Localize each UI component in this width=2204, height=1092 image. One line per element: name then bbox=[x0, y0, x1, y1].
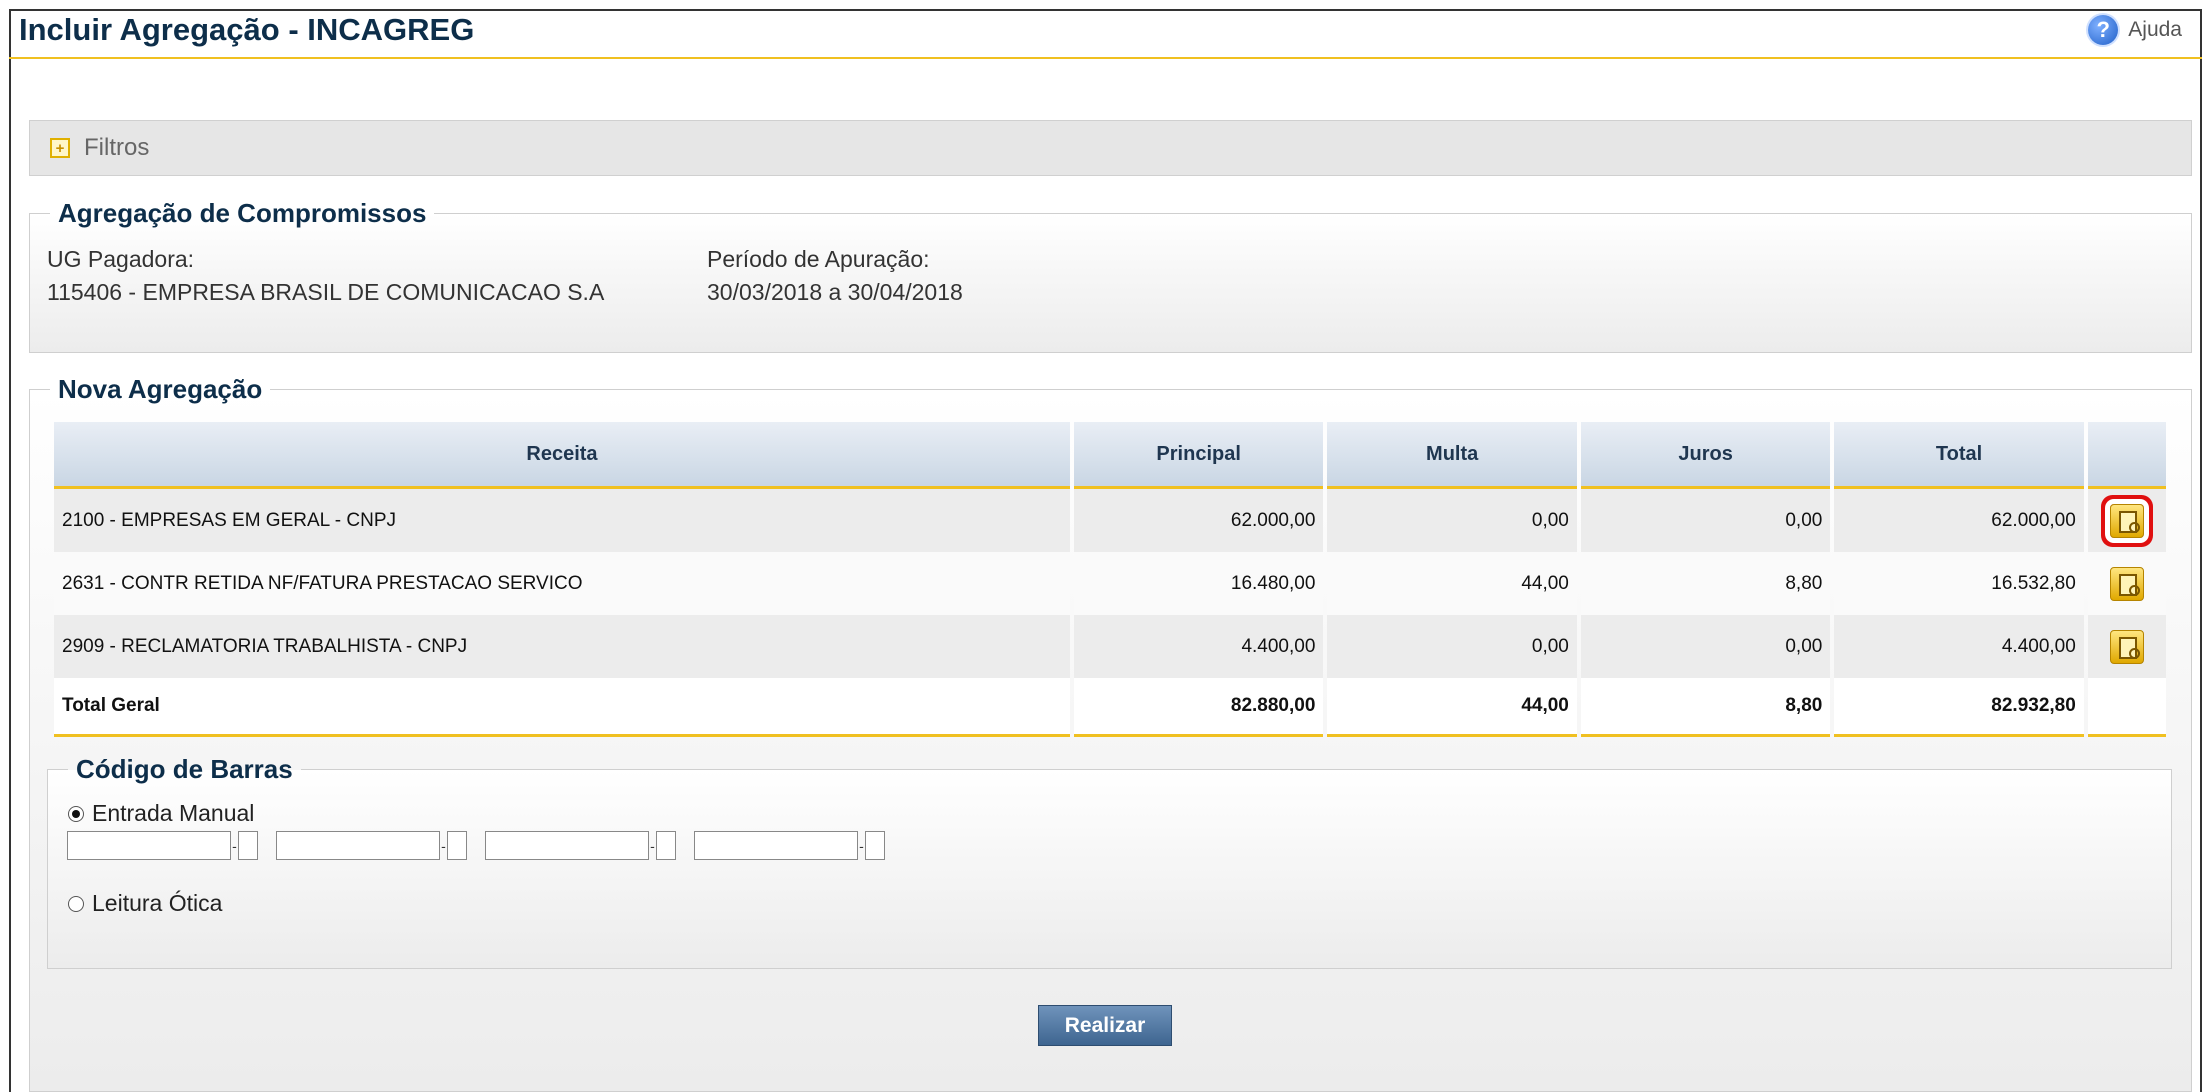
column-header-receita: Receita bbox=[54, 422, 1070, 489]
barcode-inputs: - - - - bbox=[67, 831, 903, 860]
column-header-actions bbox=[2087, 422, 2166, 489]
total-juros: 8,80 bbox=[1580, 678, 1831, 737]
barcode-legend: Código de Barras bbox=[76, 754, 293, 784]
barcode-field-1[interactable] bbox=[67, 831, 231, 860]
table-header-row: Receita Principal Multa Juros Total bbox=[54, 422, 2166, 489]
barcode-check-digit-3[interactable] bbox=[656, 831, 676, 860]
barcode-separator: - bbox=[441, 837, 446, 854]
nova-agregacao-legend: Nova Agregação bbox=[58, 374, 263, 404]
cell-action bbox=[2087, 552, 2166, 615]
ug-pagadora-value: 115406 - EMPRESA BRASIL DE COMUNICACAO S… bbox=[47, 279, 605, 305]
cell-receita: 2909 - RECLAMATORIA TRABALHISTA - CNPJ bbox=[54, 615, 1070, 678]
cell-receita: 2631 - CONTR RETIDA NF/FATURA PRESTACAO … bbox=[54, 552, 1070, 615]
document-search-icon[interactable] bbox=[2109, 566, 2144, 601]
cell-juros: 0,00 bbox=[1580, 615, 1831, 678]
barcode-group-2: - bbox=[276, 831, 467, 860]
filters-label[interactable]: Filtros bbox=[84, 134, 149, 162]
cell-principal: 62.000,00 bbox=[1073, 489, 1324, 552]
cell-juros: 0,00 bbox=[1580, 489, 1831, 552]
barcode-check-digit-2[interactable] bbox=[447, 831, 467, 860]
aggregation-legend: Agregação de Compromissos bbox=[58, 198, 427, 228]
optical-reading-option[interactable]: Leitura Ótica bbox=[68, 890, 222, 917]
cell-receita: 2100 - EMPRESAS EM GERAL - CNPJ bbox=[54, 489, 1070, 552]
column-header-juros: Juros bbox=[1580, 422, 1831, 489]
expand-plus-icon[interactable]: + bbox=[50, 138, 70, 158]
aggregation-section: Agregação de Compromissos bbox=[29, 198, 2192, 353]
cell-principal: 4.400,00 bbox=[1073, 615, 1324, 678]
total-label: Total Geral bbox=[54, 678, 1070, 737]
periodo-value: 30/03/2018 a 30/04/2018 bbox=[707, 279, 963, 305]
aggregation-table: Receita Principal Multa Juros Total 2100… bbox=[50, 422, 2170, 737]
manual-entry-label[interactable]: Entrada Manual bbox=[92, 800, 254, 827]
optical-reading-radio[interactable] bbox=[68, 895, 84, 912]
cell-total: 16.532,80 bbox=[1834, 552, 2084, 615]
barcode-section: Código de Barras bbox=[47, 754, 2172, 969]
barcode-separator: - bbox=[232, 837, 237, 854]
barcode-field-3[interactable] bbox=[485, 831, 649, 860]
cell-principal: 16.480,00 bbox=[1073, 552, 1324, 615]
question-icon[interactable]: ? bbox=[2088, 15, 2119, 45]
table-total-row: Total Geral 82.880,00 44,00 8,80 82.932,… bbox=[54, 678, 2166, 737]
cell-action bbox=[2087, 615, 2166, 678]
help-link[interactable]: ? Ajuda bbox=[2088, 15, 2182, 45]
barcode-group-1: - bbox=[67, 831, 258, 860]
cell-multa: 0,00 bbox=[1327, 489, 1577, 552]
cell-multa: 44,00 bbox=[1327, 552, 1577, 615]
cell-action bbox=[2087, 489, 2166, 552]
total-principal: 82.880,00 bbox=[1073, 678, 1324, 737]
table-row: 2631 - CONTR RETIDA NF/FATURA PRESTACAO … bbox=[54, 552, 2166, 615]
column-header-principal: Principal bbox=[1073, 422, 1324, 489]
optical-reading-label[interactable]: Leitura Ótica bbox=[92, 890, 222, 917]
periodo-label: Período de Apuração: bbox=[707, 246, 930, 272]
cell-total: 62.000,00 bbox=[1834, 489, 2084, 552]
total-multa: 44,00 bbox=[1327, 678, 1577, 737]
barcode-check-digit-1[interactable] bbox=[238, 831, 258, 860]
realizar-button[interactable]: Realizar bbox=[1038, 1005, 1172, 1046]
manual-entry-option[interactable]: Entrada Manual bbox=[68, 800, 254, 827]
cell-total: 4.400,00 bbox=[1834, 615, 2084, 678]
column-header-multa: Multa bbox=[1327, 422, 1577, 489]
table-row: 2909 - RECLAMATORIA TRABALHISTA - CNPJ 4… bbox=[54, 615, 2166, 678]
cell-multa: 0,00 bbox=[1327, 615, 1577, 678]
barcode-group-4: - bbox=[694, 831, 885, 860]
table-row: 2100 - EMPRESAS EM GERAL - CNPJ 62.000,0… bbox=[54, 489, 2166, 552]
barcode-check-digit-4[interactable] bbox=[865, 831, 885, 860]
total-empty-cell bbox=[2087, 678, 2166, 737]
document-search-icon[interactable] bbox=[2109, 629, 2144, 664]
barcode-separator: - bbox=[650, 837, 655, 854]
column-header-total: Total bbox=[1834, 422, 2084, 489]
ug-pagadora-label: UG Pagadora: bbox=[47, 246, 195, 272]
title-bar: Incluir Agregação - INCAGREG ? Ajuda bbox=[9, 9, 2202, 59]
page-title: Incluir Agregação - INCAGREG bbox=[19, 12, 475, 47]
manual-entry-radio[interactable] bbox=[68, 805, 84, 822]
barcode-group-3: - bbox=[485, 831, 676, 860]
barcode-field-4[interactable] bbox=[694, 831, 858, 860]
document-search-icon[interactable] bbox=[2109, 503, 2144, 538]
filters-panel-header[interactable]: + Filtros bbox=[29, 120, 2192, 176]
cell-juros: 8,80 bbox=[1580, 552, 1831, 615]
barcode-separator: - bbox=[859, 837, 864, 854]
help-label[interactable]: Ajuda bbox=[2128, 18, 2182, 42]
total-total: 82.932,80 bbox=[1834, 678, 2084, 737]
barcode-field-2[interactable] bbox=[276, 831, 440, 860]
